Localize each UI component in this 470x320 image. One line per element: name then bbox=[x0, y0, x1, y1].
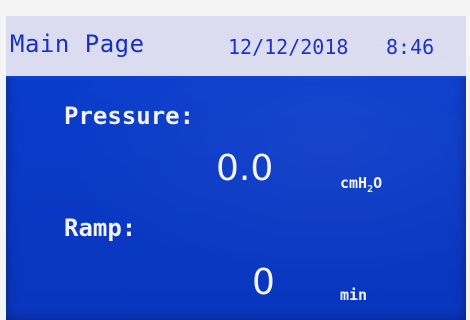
time-display: 8:46 bbox=[386, 35, 435, 59]
title-bar: Main Page 12/12/2018 8:46 bbox=[6, 16, 466, 78]
device-frame: Main Page 12/12/2018 8:46 Pressure: 0.0 … bbox=[0, 0, 470, 320]
pressure-unit-suffix: O bbox=[373, 174, 383, 192]
pressure-value: 0.0 bbox=[216, 148, 274, 189]
lcd-screen: Main Page 12/12/2018 8:46 Pressure: 0.0 … bbox=[6, 16, 466, 320]
ramp-value: 0 bbox=[252, 262, 275, 303]
page-title: Main Page bbox=[10, 30, 145, 58]
pressure-label: Pressure: bbox=[64, 102, 195, 130]
pressure-unit-prefix: cmH bbox=[340, 174, 368, 192]
pressure-unit: cmH2O bbox=[340, 174, 382, 195]
date-display: 12/12/2018 bbox=[228, 35, 349, 59]
ramp-label: Ramp: bbox=[64, 214, 137, 242]
ramp-unit: min bbox=[340, 286, 368, 304]
